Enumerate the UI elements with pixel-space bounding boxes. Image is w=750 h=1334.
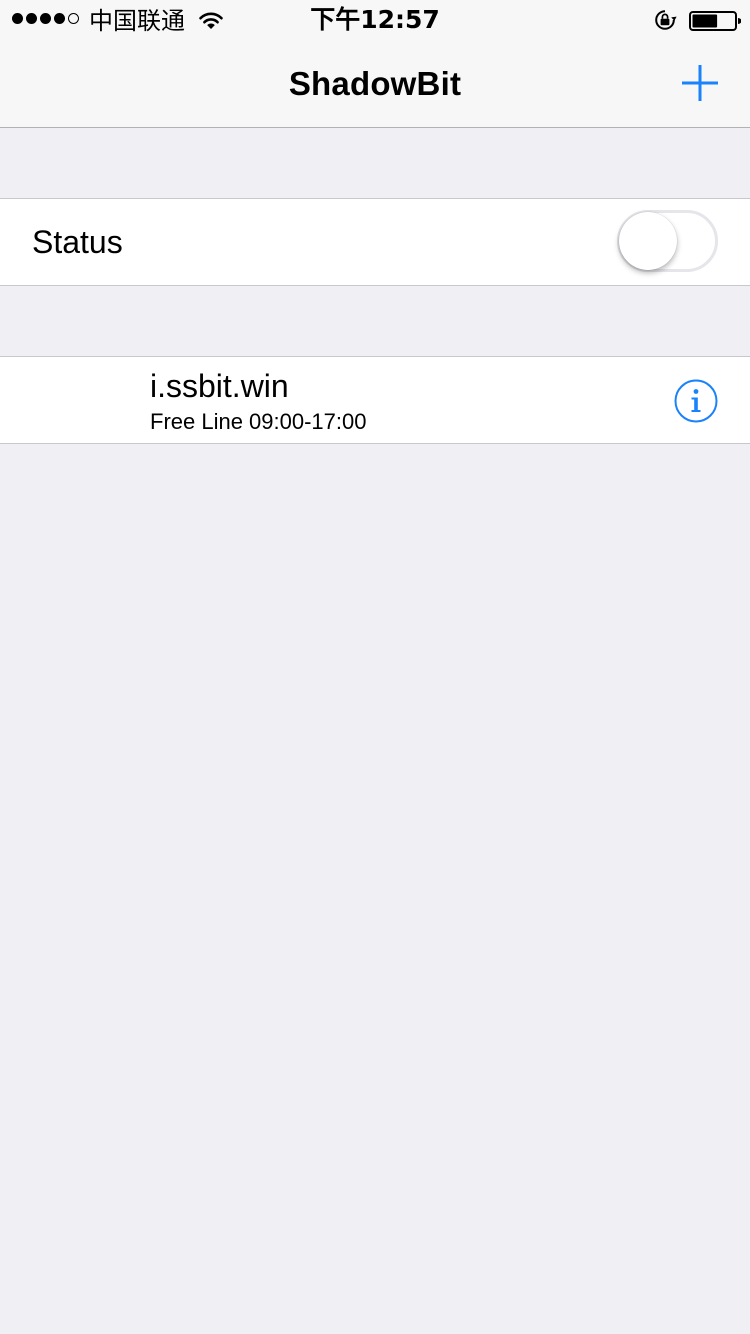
- add-server-button[interactable]: [676, 59, 724, 107]
- status-bar: 中国联通 下午12:57: [0, 0, 750, 40]
- status-label: Status: [32, 224, 123, 260]
- top-chrome: 中国联通 下午12:57 ShadowBit: [0, 0, 750, 128]
- battery-icon: [689, 11, 741, 31]
- orientation-lock-icon: [655, 10, 677, 30]
- server-info-button[interactable]: [674, 379, 718, 423]
- server-description: Free Line 09:00-17:00: [150, 409, 367, 434]
- info-circle-icon: [674, 379, 718, 423]
- page-title: ShadowBit: [288, 65, 462, 102]
- status-row: Status: [0, 198, 750, 286]
- server-list-item[interactable]: i.ssbit.win Free Line 09:00-17:00: [0, 356, 750, 444]
- server-host: i.ssbit.win: [150, 368, 289, 404]
- navigation-bar: ShadowBit: [0, 40, 750, 128]
- status-clock: 下午12:57: [310, 5, 440, 34]
- status-toggle[interactable]: [617, 210, 718, 272]
- plus-icon: [682, 65, 718, 101]
- toggle-knob: [619, 212, 677, 270]
